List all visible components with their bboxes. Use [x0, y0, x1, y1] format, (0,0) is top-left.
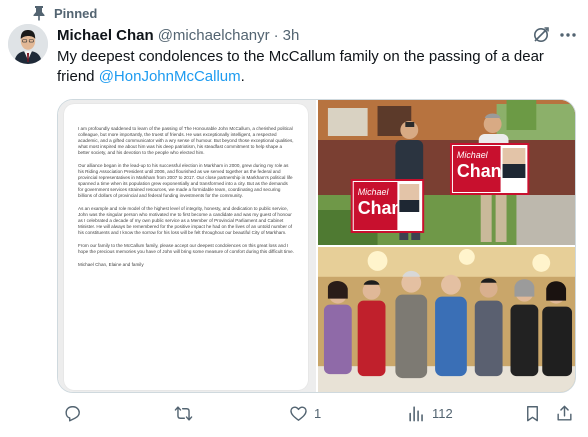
letter-signature: Michael Chan, Elaine and family: [78, 261, 144, 267]
pinned-indicator: Pinned: [32, 4, 97, 22]
heart-icon: [290, 406, 307, 421]
reply-button[interactable]: [63, 404, 82, 423]
grok-icon[interactable]: [532, 26, 550, 44]
tweet-timestamp[interactable]: 3h: [283, 27, 300, 44]
condolence-letter: I am profoundly saddened to learn of the…: [64, 104, 308, 390]
views-count: 112: [432, 406, 453, 421]
tweet-text: My deepest condolences to the McCallum f…: [57, 47, 577, 87]
share-icon: [557, 405, 572, 421]
share-button[interactable]: [555, 404, 574, 423]
tweet-header: Michael Chan @michaelchanyr · 3h: [57, 24, 580, 46]
author-handle[interactable]: @michaelchanyr: [158, 27, 270, 44]
sign-left-line1: Michael: [358, 187, 390, 197]
group-photo-scene: [318, 247, 575, 392]
pin-icon: [33, 6, 45, 21]
sign-right-line1: Michael: [457, 150, 489, 160]
letter-paragraph: I am profoundly saddened to learn of the…: [78, 126, 294, 156]
avatar[interactable]: [8, 24, 48, 64]
avatar-photo: [8, 24, 48, 64]
campaign-photo[interactable]: Michael Chan Michael Chan: [318, 100, 575, 245]
sign-right-line2: Chan: [457, 161, 502, 181]
photo-column: Michael Chan Michael Chan: [318, 100, 575, 392]
bookmark-icon: [527, 406, 538, 422]
bookmark-button[interactable]: [523, 404, 542, 423]
views-icon: [409, 406, 423, 422]
like-button[interactable]: 1: [289, 404, 321, 423]
mention-link[interactable]: @HonJohnMcCallum: [99, 68, 241, 85]
retweet-button[interactable]: [174, 404, 193, 423]
tweet-action-bar: 1 112: [57, 400, 580, 426]
views-button[interactable]: 112: [407, 404, 453, 423]
letter-paragraph: As an example and role model of the high…: [78, 206, 292, 236]
more-options-icon[interactable]: [558, 26, 578, 44]
author-display-name[interactable]: Michael Chan: [57, 27, 154, 44]
sign-left-line2: Chan: [358, 198, 403, 218]
reply-icon: [65, 406, 80, 422]
media-grid: I am profoundly saddened to learn of the…: [57, 99, 576, 393]
letter-paragraph: From our family to the McCallum family, …: [78, 243, 294, 255]
campaign-photo-scene: Michael Chan Michael Chan: [318, 100, 575, 245]
separator-dot: ·: [273, 26, 279, 44]
letter-paragraph: Our alliance began in the lead-up to his…: [78, 162, 293, 199]
like-count: 1: [314, 406, 322, 421]
pinned-label: Pinned: [54, 5, 98, 21]
group-photo[interactable]: [318, 247, 575, 392]
retweet-icon: [174, 406, 193, 421]
tweet-text-end: .: [240, 68, 245, 85]
letter-image[interactable]: I am profoundly saddened to learn of the…: [58, 100, 316, 392]
